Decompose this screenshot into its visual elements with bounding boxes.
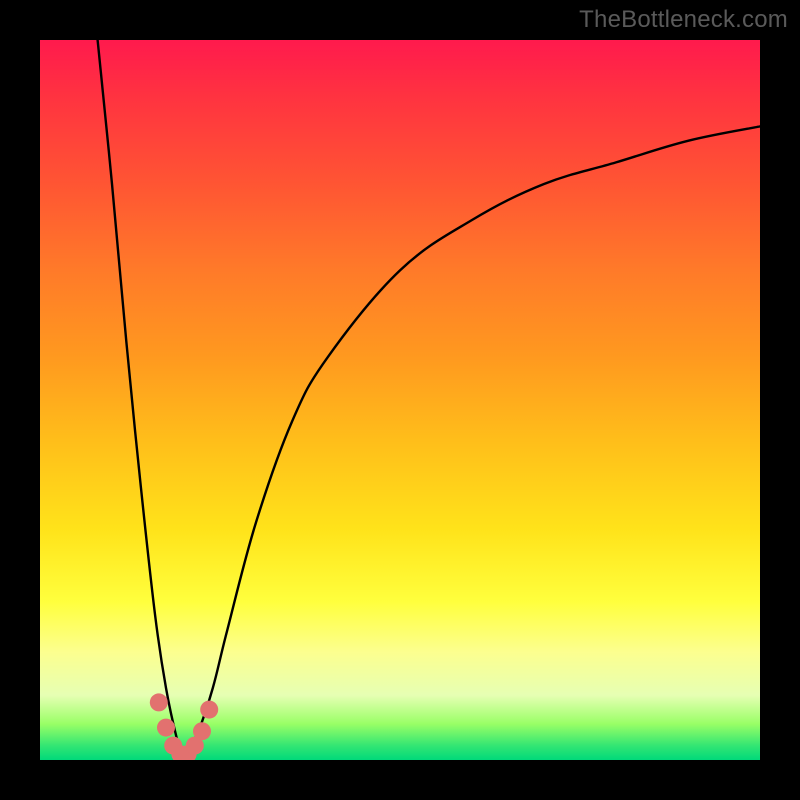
curve-left-branch xyxy=(98,40,184,760)
curve-right-branch xyxy=(184,126,760,760)
dip-dot xyxy=(193,722,211,740)
dip-dot xyxy=(150,693,168,711)
chart-frame: TheBottleneck.com xyxy=(0,0,800,800)
curve-layer xyxy=(40,40,760,760)
watermark-text: TheBottleneck.com xyxy=(579,6,788,34)
plot-area xyxy=(40,40,760,760)
dip-dot xyxy=(157,719,175,737)
dip-dot xyxy=(200,701,218,719)
